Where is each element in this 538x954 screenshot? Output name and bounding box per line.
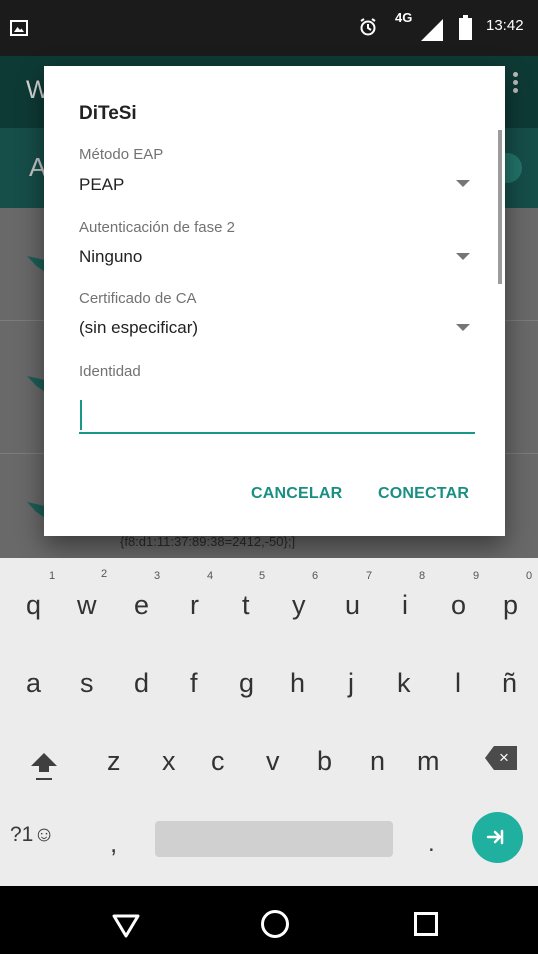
key-a[interactable]: a: [26, 668, 41, 699]
key-c[interactable]: c: [211, 746, 225, 777]
overflow-menu-icon: [513, 72, 518, 77]
dropdown-arrow-icon[interactable]: [456, 180, 470, 187]
next-icon[interactable]: [472, 812, 523, 863]
identity-label: Identidad: [79, 363, 141, 380]
key-g[interactable]: g: [239, 668, 254, 699]
key-d[interactable]: d: [134, 668, 149, 699]
back-icon[interactable]: [112, 914, 140, 938]
shift-icon[interactable]: [31, 753, 57, 787]
home-icon[interactable]: [261, 910, 289, 938]
phase2-auth-label: Autenticación de fase 2: [79, 219, 235, 236]
key-j[interactable]: j: [348, 668, 354, 699]
wifi-icon: [27, 376, 45, 392]
ca-certificate-select[interactable]: (sin especificar): [79, 318, 198, 338]
key-h[interactable]: h: [290, 668, 305, 699]
wifi-icon: [27, 502, 45, 518]
ca-certificate-label: Certificado de CA: [79, 290, 197, 307]
key-v[interactable]: v: [266, 746, 280, 777]
comma-key[interactable]: ,: [110, 828, 117, 859]
key-m[interactable]: m: [417, 746, 440, 777]
key-hint: 8: [419, 570, 426, 582]
dropdown-arrow-icon[interactable]: [456, 253, 470, 260]
navigation-bar: [0, 886, 538, 954]
key-r[interactable]: r: [190, 590, 199, 621]
key-k[interactable]: k: [397, 668, 411, 699]
key-n-tilde[interactable]: ñ: [502, 668, 517, 699]
phase2-auth-select[interactable]: Ninguno: [79, 247, 142, 267]
key-n[interactable]: n: [370, 746, 385, 777]
wifi-connect-dialog: DiTeSi Método EAP PEAP Autenticación de …: [44, 66, 505, 536]
key-t[interactable]: t: [242, 590, 250, 621]
backspace-icon[interactable]: ×: [485, 746, 517, 770]
status-bar: 4G 13:42: [0, 0, 538, 56]
dialog-title: DiTeSi: [79, 103, 137, 124]
background-network-detail: {f8:d1:11:37:89:38=2412,-50};]: [120, 534, 296, 549]
key-u[interactable]: u: [345, 590, 360, 621]
key-o[interactable]: o: [451, 590, 466, 621]
key-f[interactable]: f: [190, 668, 198, 699]
cancel-button[interactable]: CANCELAR: [251, 485, 342, 503]
text-cursor: [80, 400, 82, 430]
key-b[interactable]: b: [317, 746, 332, 777]
key-hint: 6: [312, 570, 319, 582]
recent-apps-icon[interactable]: [414, 912, 438, 936]
battery-icon: [459, 15, 472, 40]
key-z[interactable]: z: [107, 746, 121, 777]
key-y[interactable]: y: [292, 590, 306, 621]
key-x[interactable]: x: [162, 746, 176, 777]
dropdown-arrow-icon[interactable]: [456, 324, 470, 331]
eap-method-label: Método EAP: [79, 146, 164, 163]
key-hint: 1: [49, 570, 56, 582]
symbols-key[interactable]: ?1☺: [10, 823, 55, 847]
key-hint: 0: [526, 570, 533, 582]
key-hint: 2: [101, 568, 108, 580]
clock: 13:42: [486, 17, 524, 34]
alarm-icon: [360, 18, 376, 36]
key-w[interactable]: w: [77, 590, 97, 621]
period-key[interactable]: .: [428, 830, 435, 858]
dialog-scrollbar[interactable]: [498, 130, 502, 284]
key-hint: 9: [473, 570, 480, 582]
key-s[interactable]: s: [80, 668, 94, 699]
identity-input[interactable]: [79, 400, 475, 434]
eap-method-select[interactable]: PEAP: [79, 175, 124, 195]
key-l[interactable]: l: [455, 668, 461, 699]
key-e[interactable]: e: [134, 590, 149, 621]
soft-keyboard: 1 2 3 4 5 6 7 8 9 0 q w e r t y u i o p …: [0, 558, 538, 886]
image-icon: [10, 20, 28, 36]
key-hint: 3: [154, 570, 161, 582]
key-hint: 4: [207, 570, 214, 582]
connect-button[interactable]: CONECTAR: [378, 485, 469, 503]
key-i[interactable]: i: [402, 590, 408, 621]
key-p[interactable]: p: [503, 590, 518, 621]
network-type: 4G: [395, 10, 413, 25]
space-bar[interactable]: [155, 821, 393, 857]
signal-icon: [421, 19, 443, 41]
key-q[interactable]: q: [26, 590, 41, 621]
wifi-icon: [27, 256, 45, 272]
key-hint: 7: [366, 570, 373, 582]
key-hint: 5: [259, 570, 266, 582]
